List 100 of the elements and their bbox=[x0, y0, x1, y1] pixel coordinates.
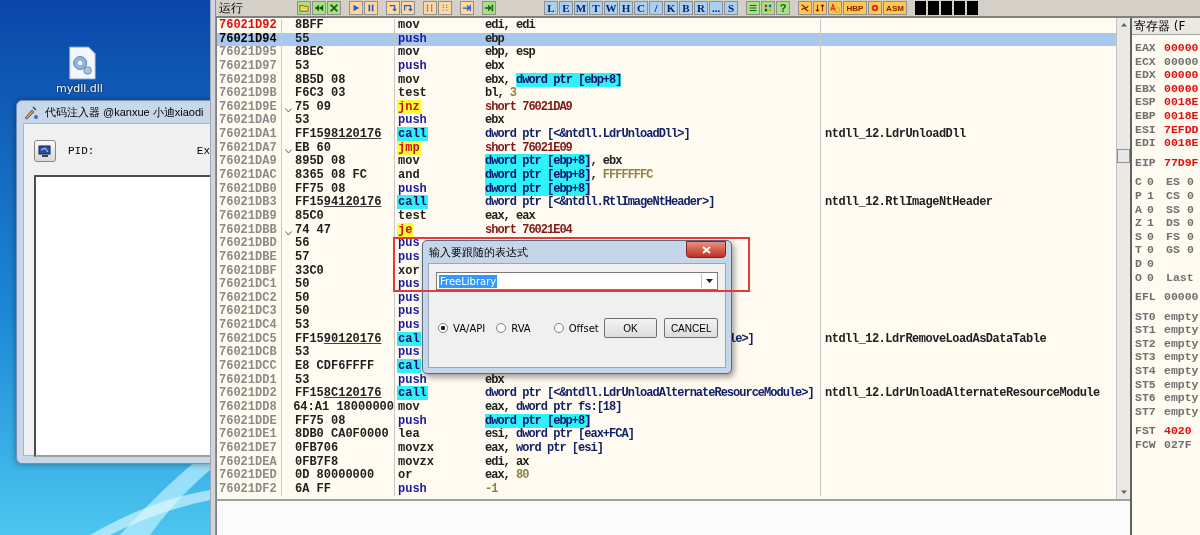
operand-text: short 76021E04 bbox=[485, 223, 572, 238]
register-name: FST bbox=[1134, 424, 1157, 439]
status-text: 运行 bbox=[219, 0, 244, 17]
register-name: ST1 bbox=[1134, 323, 1157, 337]
mnemonic-text: test bbox=[397, 86, 428, 101]
window-button[interactable]: C bbox=[634, 1, 648, 15]
address-cell: 76021D94 bbox=[217, 32, 282, 47]
register-value[interactable]: 77D9F bbox=[1164, 155, 1199, 170]
arrows-icon[interactable] bbox=[813, 1, 827, 15]
pause-icon[interactable] bbox=[364, 1, 378, 15]
scroll-thumb[interactable] bbox=[1117, 149, 1130, 163]
register-value[interactable]: 00000 bbox=[1164, 54, 1199, 69]
mnemonic-text: cal bbox=[397, 331, 421, 346]
help-button[interactable]: ? bbox=[776, 1, 790, 15]
step-into-icon[interactable] bbox=[386, 1, 400, 15]
hex-cell: E8 CDF6FFFF bbox=[295, 360, 375, 374]
radio-circle[interactable] bbox=[438, 323, 448, 333]
flag-value[interactable]: 0 bbox=[1147, 202, 1166, 217]
code-row[interactable]: 76021D98 8B5D 08 mov ebx, dword ptr [ebp+8] bbox=[217, 73, 1116, 88]
segment-value: 0 bbox=[1187, 243, 1194, 257]
file-label[interactable]: mydll.dll bbox=[56, 82, 103, 95]
process-list[interactable] bbox=[34, 175, 210, 457]
register-value[interactable]: 0018E bbox=[1164, 95, 1199, 109]
trace-into-icon[interactable] bbox=[423, 1, 437, 15]
window-button[interactable]: M bbox=[574, 1, 588, 15]
target-icon[interactable] bbox=[868, 1, 882, 15]
rewind-icon[interactable] bbox=[312, 1, 326, 15]
register-value[interactable]: 7EFDD bbox=[1164, 122, 1199, 137]
register-value: empty bbox=[1164, 336, 1199, 351]
register-value[interactable]: 027F bbox=[1164, 438, 1192, 452]
flag-value[interactable]: 1 bbox=[1147, 188, 1166, 203]
hex-cell-text: FF75 08 bbox=[295, 182, 346, 196]
code-row[interactable]: 76021DD2 FF158C120176 call dword ptr [<&ntdll.LdrUnloadAlternateResourceModule>] ntdll_12.LdrUnloadAlternateResourceModule bbox=[217, 387, 1116, 401]
radio-circle[interactable] bbox=[553, 323, 564, 333]
swap-icon[interactable] bbox=[798, 1, 812, 15]
register-value[interactable]: 00000 bbox=[1164, 81, 1199, 96]
gear-file-icon[interactable] bbox=[68, 46, 96, 80]
address-cell: 76021DBE bbox=[217, 250, 282, 265]
open-folder-icon[interactable] bbox=[297, 1, 311, 15]
play-icon[interactable] bbox=[349, 1, 363, 15]
hex-cell-text: 53 bbox=[295, 114, 310, 128]
window-button[interactable]: ... bbox=[709, 1, 723, 15]
register-value[interactable]: 0018E bbox=[1164, 108, 1199, 123]
dialog-button[interactable]: CANCEL bbox=[664, 318, 718, 338]
radio-circle[interactable] bbox=[496, 323, 507, 333]
window-button[interactable]: T bbox=[589, 1, 603, 15]
radio-option[interactable]: RVA bbox=[496, 322, 531, 334]
close-button[interactable] bbox=[686, 241, 726, 258]
flag-value[interactable]: 0 bbox=[1147, 256, 1166, 271]
flag-value[interactable]: 0 bbox=[1147, 270, 1166, 285]
register-name: ST3 bbox=[1134, 350, 1157, 365]
register-value[interactable]: 00000 bbox=[1164, 41, 1199, 55]
flag-value[interactable]: 0 bbox=[1147, 175, 1166, 189]
return-icon[interactable] bbox=[460, 1, 474, 15]
hex-cell: 85C0 bbox=[295, 209, 324, 224]
font-icon[interactable] bbox=[828, 1, 842, 15]
code-row[interactable]: 76021DDE FF75 08 push dword ptr [ebp+8] bbox=[217, 414, 1116, 429]
operand-text: dword ptr [ebp+8], FFFFFFFC bbox=[485, 169, 653, 183]
register-value[interactable]: 00000 bbox=[1164, 68, 1199, 82]
register-value[interactable]: 00000 bbox=[1164, 290, 1199, 304]
trace-over-icon[interactable] bbox=[438, 1, 452, 15]
code-row[interactable]: 76021DB0 FF75 08 push dword ptr [ebp+8] bbox=[217, 182, 1116, 197]
window-button[interactable]: H bbox=[619, 1, 633, 15]
window-button[interactable]: W bbox=[604, 1, 618, 15]
window-button[interactable]: K bbox=[664, 1, 678, 15]
dialog-button[interactable]: OK bbox=[603, 318, 658, 338]
panel-title: 寄存器 (F bbox=[1132, 18, 1200, 35]
radio-option[interactable]: VA/API bbox=[438, 322, 486, 334]
window-button[interactable]: / bbox=[649, 1, 663, 15]
window-button[interactable]: E bbox=[559, 1, 573, 15]
window-button[interactable]: S bbox=[724, 1, 738, 15]
flag-value[interactable]: 0 bbox=[1147, 229, 1166, 244]
flag-value[interactable]: 1 bbox=[1147, 216, 1166, 230]
window-button[interactable]: B bbox=[679, 1, 693, 15]
mnemonic-text: mov bbox=[397, 399, 421, 414]
radio-option[interactable]: Offset bbox=[553, 322, 599, 334]
flag-value[interactable]: 0 bbox=[1147, 243, 1166, 257]
process-button[interactable] bbox=[34, 140, 56, 162]
scroll-up-icon[interactable] bbox=[1119, 22, 1128, 27]
register-value[interactable]: 0018E bbox=[1164, 136, 1199, 150]
window-button[interactable]: R bbox=[694, 1, 708, 15]
list-icon[interactable] bbox=[746, 1, 760, 15]
hex-cell: FF158C120176 bbox=[295, 387, 382, 401]
hex-cell-text: 74 47 bbox=[295, 223, 331, 237]
window-button[interactable]: L bbox=[544, 1, 558, 15]
grid-icon[interactable] bbox=[761, 1, 775, 15]
code-row[interactable]: 76021D94 55 push ebp bbox=[217, 32, 1116, 47]
assembler-button[interactable]: ASM bbox=[883, 1, 907, 15]
scroll-down-icon[interactable] bbox=[1119, 490, 1128, 495]
goto-icon[interactable] bbox=[482, 1, 496, 15]
flag-name: D bbox=[1134, 256, 1143, 271]
code-row[interactable]: 76021D9E 75 09 jnz short 76021DA9 bbox=[217, 100, 1116, 115]
operand-text: dword ptr [<&ntdll.LdrUnloadAlternateResourceModule>] bbox=[485, 387, 814, 401]
close-icon[interactable] bbox=[327, 1, 341, 15]
scrollbar[interactable] bbox=[1116, 18, 1130, 499]
code-row[interactable]: 76021DB3 FF1594120176 call dword ptr [<&ntdll.RtlImageNtHeader>] ntdll_12.RtlImageNtHeader bbox=[217, 196, 1116, 210]
code-row[interactable]: 76021DBB 74 47 je short 76021E04 bbox=[217, 223, 1116, 238]
register-value[interactable]: 4020 bbox=[1164, 424, 1192, 439]
hardware-breakpoint-button[interactable]: HBP bbox=[843, 1, 867, 15]
step-over-icon[interactable] bbox=[401, 1, 415, 15]
